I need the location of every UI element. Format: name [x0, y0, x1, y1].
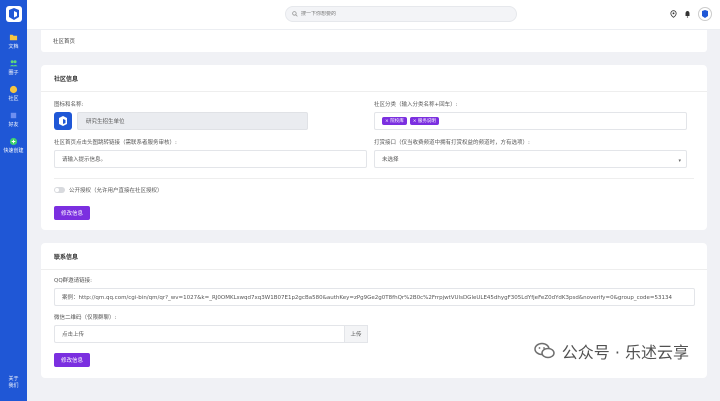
save-contact-info-button[interactable]: 修改信息 — [54, 353, 91, 367]
sidebar-item-label: 好友 — [8, 122, 19, 128]
about-line-2: 我们 — [8, 383, 19, 389]
users-icon — [9, 60, 18, 67]
friend-icon — [10, 112, 17, 119]
card-title: 社区信息 — [41, 65, 707, 92]
main-content: 社区首页 社区信息 图标和名称: 研究生招生单位 社区分类（输入分类名称+回车）… — [41, 30, 707, 378]
bell-icon[interactable] — [684, 10, 691, 18]
search-box[interactable] — [285, 6, 517, 22]
watermark-text: 公众号 · 乐述云享 — [561, 343, 689, 362]
plus-circle-icon — [9, 137, 18, 146]
sidebar-item-community[interactable]: 社区 — [0, 85, 27, 102]
sidebar-item-label: 文档 — [8, 44, 19, 50]
community-info-card: 社区信息 图标和名称: 研究生招生单位 社区分类（输入分类名称+回车）: × 院… — [41, 65, 707, 230]
breadcrumb: 社区首页 — [41, 30, 707, 52]
upload-button[interactable]: 上传 — [344, 325, 368, 343]
qr-upload-input[interactable]: 点击上传 — [54, 325, 344, 343]
app-logo-icon[interactable] — [4, 4, 24, 24]
sidebar-item-circle[interactable]: 圈子 — [0, 59, 27, 76]
contact-info-card: 联系信息 QQ群邀请链接: 案例：http://qm.qq.com/cgi-bi… — [41, 243, 707, 378]
avatar-icon — [702, 10, 708, 18]
sidebar-item-label: 快速创建 — [3, 148, 24, 154]
avatar[interactable] — [698, 7, 712, 21]
sidebar-item-about[interactable]: 关于 我们 — [0, 376, 27, 390]
community-icon — [9, 85, 18, 94]
about-line-1: 关于 — [8, 376, 19, 382]
link-label: 社区首页点击头图跳转链接（需联系者服务审核）: — [54, 140, 177, 146]
watermark: 公众号 · 乐述云享 — [533, 339, 689, 363]
public-auth-row: 公开授权（允许用户直接在社区授权） — [54, 186, 694, 194]
public-auth-toggle[interactable] — [54, 187, 65, 193]
sidebar-item-label: 社区 — [8, 96, 19, 102]
reward-label: 打赏接口（仅当收费频道中拥有打赏权益的频道时，方有选项）: — [374, 140, 530, 146]
qq-label: QQ群邀请链接: — [54, 278, 93, 284]
reward-select-value: 未选择 — [382, 157, 399, 163]
community-name-field: 研究生招生单位 — [77, 112, 308, 130]
public-auth-label: 公开授权（允许用户直接在社区授权） — [69, 188, 163, 194]
save-community-info-button[interactable]: 修改信息 — [54, 206, 91, 220]
chevron-down-icon: ▾ — [678, 158, 681, 164]
category-tag[interactable]: × 院校库 — [382, 117, 407, 125]
reward-select[interactable]: 未选择 ▾ — [374, 150, 687, 168]
search-icon — [292, 11, 298, 17]
top-icons — [670, 7, 712, 21]
breadcrumb-current: 社区首页 — [53, 39, 76, 45]
sidebar-item-friends[interactable]: 好友 — [0, 111, 27, 128]
header-link-input[interactable]: 请输入提示信息。 — [54, 150, 367, 168]
search-input[interactable] — [301, 11, 501, 17]
sidebar-item-quick-create[interactable]: 快速创建 — [0, 137, 27, 154]
location-icon[interactable] — [670, 10, 677, 18]
sidebar: 文档 圈子 社区 好友 快速创建 关于 我们 — [0, 0, 27, 401]
qr-label: 微信二维码（仅限群聊）: — [54, 315, 117, 321]
sidebar-item-label: 圈子 — [8, 70, 19, 76]
category-tag[interactable]: × 服务说明 — [409, 117, 439, 125]
wechat-icon — [533, 342, 555, 359]
category-label: 社区分类（输入分类名称+回车）: — [374, 102, 458, 108]
name-label: 图标和名称: — [54, 102, 84, 108]
folder-icon — [9, 34, 18, 41]
qq-link-input[interactable]: 案例：http://qm.qq.com/cgi-bin/qm/qr?_wv=10… — [54, 288, 695, 306]
community-logo-icon — [59, 116, 67, 126]
sidebar-item-docs[interactable]: 文档 — [0, 33, 27, 50]
card-title: 联系信息 — [41, 243, 707, 270]
community-icon-upload[interactable] — [54, 112, 72, 130]
top-bar — [27, 0, 720, 30]
category-tag-input[interactable]: × 院校库 × 服务说明 — [374, 112, 687, 130]
